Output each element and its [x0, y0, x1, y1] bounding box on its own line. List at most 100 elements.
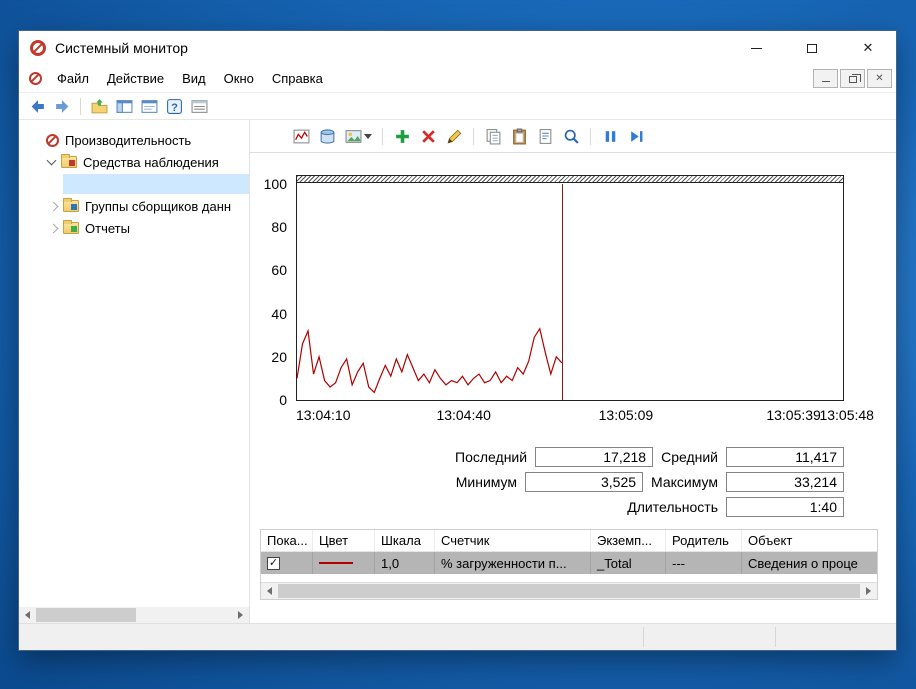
- y-tick: 40: [271, 305, 287, 322]
- delete-icon: [421, 129, 435, 143]
- x-tick: 13:05:48: [819, 407, 874, 423]
- export-list-button[interactable]: [188, 95, 210, 117]
- export-list-icon: [191, 99, 207, 113]
- chevron-down-icon[interactable]: [46, 155, 57, 165]
- add-counter-button[interactable]: [391, 125, 413, 147]
- view-current-activity-button[interactable]: [290, 125, 312, 147]
- up-folder-icon: [91, 98, 107, 113]
- chevron-right-icon[interactable]: [48, 223, 59, 233]
- column-header-show[interactable]: Пока...: [261, 530, 313, 551]
- x-axis-labels: 13:04:10 13:04:40 13:05:09 13:05:39 13:0…: [296, 403, 874, 425]
- maximize-icon: [807, 43, 817, 53]
- scroll-left-button[interactable]: [261, 583, 278, 599]
- minimize-button[interactable]: [728, 31, 784, 65]
- tree-horizontal-scrollbar[interactable]: [19, 607, 249, 623]
- scrollbar-thumb[interactable]: [36, 608, 136, 622]
- stat-duration-value: 1:40: [726, 497, 844, 517]
- counter-parent: ---: [666, 552, 742, 574]
- help-icon: ?: [166, 98, 182, 114]
- dropdown-caret-icon: [363, 133, 372, 139]
- mdi-close-button[interactable]: ✕: [867, 69, 892, 88]
- y-tick: 60: [271, 262, 287, 279]
- tree-item-performance[interactable]: Производительность: [19, 129, 249, 151]
- column-header-instance[interactable]: Экземп...: [591, 530, 666, 551]
- perfmon-window: Системный монитор ✕ Файл Действие Вид Ок…: [18, 30, 897, 651]
- status-bar: [19, 623, 896, 650]
- change-graph-type-button[interactable]: [342, 125, 374, 147]
- column-header-scale[interactable]: Шкала: [375, 530, 435, 551]
- menu-window[interactable]: Окно: [215, 67, 263, 90]
- show-hide-console-tree-button[interactable]: [113, 95, 135, 117]
- scroll-left-icon: [267, 587, 272, 595]
- mdi-close-icon: ✕: [875, 73, 884, 84]
- tree-item-monitoring-tools[interactable]: Средства наблюдения: [19, 151, 249, 173]
- magnifier-icon: [564, 129, 579, 144]
- maximize-button[interactable]: [784, 31, 840, 65]
- column-header-parent[interactable]: Родитель: [666, 530, 742, 551]
- console-window-button[interactable]: [138, 95, 160, 117]
- status-bar-divider: [643, 627, 644, 647]
- chevron-right-icon[interactable]: [48, 201, 59, 211]
- app-menu-icon[interactable]: [29, 72, 42, 85]
- menu-view[interactable]: Вид: [173, 67, 215, 90]
- zoom-button[interactable]: [560, 125, 582, 147]
- scroll-right-button[interactable]: [232, 607, 249, 623]
- main-area: Производительность Средства наблюдения Г…: [19, 120, 896, 623]
- update-data-button[interactable]: [625, 125, 647, 147]
- view-log-data-button[interactable]: [316, 125, 338, 147]
- highlight-button[interactable]: [443, 125, 465, 147]
- toolbar-separator: [473, 127, 474, 145]
- legend-horizontal-scrollbar[interactable]: [261, 582, 877, 599]
- tree-item-data-collector-sets[interactable]: Группы сборщиков данн: [19, 195, 249, 217]
- show-counter-checkbox[interactable]: [267, 556, 280, 570]
- chart-plot-area[interactable]: [297, 184, 843, 400]
- mdi-restore-button[interactable]: [840, 69, 865, 88]
- counter-name: % загруженности п...: [435, 552, 591, 574]
- menu-bar: Файл Действие Вид Окно Справка ✕: [19, 65, 896, 93]
- close-button[interactable]: ✕: [840, 31, 896, 65]
- system-monitor-view: 100 80 60 40 20 0 13:04:10 13:04:40 13:0…: [250, 120, 896, 623]
- log-data-icon: [320, 128, 334, 144]
- delete-counter-button[interactable]: [417, 125, 439, 147]
- forward-arrow-icon: [55, 99, 68, 113]
- chart-cursor[interactable]: [561, 184, 563, 400]
- mdi-minimize-icon: [821, 81, 830, 82]
- up-one-level-button[interactable]: [88, 95, 110, 117]
- menu-file[interactable]: Файл: [48, 67, 98, 90]
- menu-help[interactable]: Справка: [263, 67, 332, 90]
- column-header-object[interactable]: Объект: [742, 530, 877, 551]
- forward-button[interactable]: [51, 95, 73, 117]
- column-header-counter[interactable]: Счетчик: [435, 530, 591, 551]
- toolbar-separator: [80, 97, 81, 115]
- play-step-icon: [630, 130, 642, 142]
- properties-button[interactable]: [534, 125, 556, 147]
- back-button[interactable]: [26, 95, 48, 117]
- title-bar[interactable]: Системный монитор ✕: [19, 31, 896, 65]
- paste-counter-list-button[interactable]: [508, 125, 530, 147]
- stat-last-value: 17,218: [535, 447, 654, 467]
- tree-item-reports[interactable]: Отчеты: [19, 217, 249, 239]
- chart-view-icon: [293, 129, 309, 143]
- window-title: Системный монитор: [55, 40, 188, 56]
- add-icon: [395, 129, 409, 143]
- data-collector-folder-icon: [63, 198, 79, 212]
- scroll-left-button[interactable]: [19, 607, 36, 623]
- copy-properties-button[interactable]: [482, 125, 504, 147]
- counter-row[interactable]: 1,0 % загруженности п... _Total --- Свед…: [261, 552, 877, 574]
- menu-action[interactable]: Действие: [98, 67, 173, 90]
- console-window-icon: [141, 99, 157, 113]
- pause-icon: [605, 130, 615, 142]
- column-header-color[interactable]: Цвет: [313, 530, 375, 551]
- properties-icon: [539, 128, 551, 144]
- tree-selection-highlight[interactable]: [63, 174, 249, 194]
- folder-badge: [69, 160, 75, 166]
- y-tick: 100: [263, 176, 287, 192]
- freeze-display-button[interactable]: [599, 125, 621, 147]
- scrollbar-thumb[interactable]: [278, 584, 860, 598]
- mdi-minimize-button[interactable]: [813, 69, 838, 88]
- tree-item-system-monitor-selected[interactable]: [19, 173, 249, 195]
- scroll-right-button[interactable]: [860, 583, 877, 599]
- scroll-right-icon: [238, 611, 243, 619]
- counter-object: Сведения о проце: [748, 555, 858, 571]
- help-button[interactable]: ?: [163, 95, 185, 117]
